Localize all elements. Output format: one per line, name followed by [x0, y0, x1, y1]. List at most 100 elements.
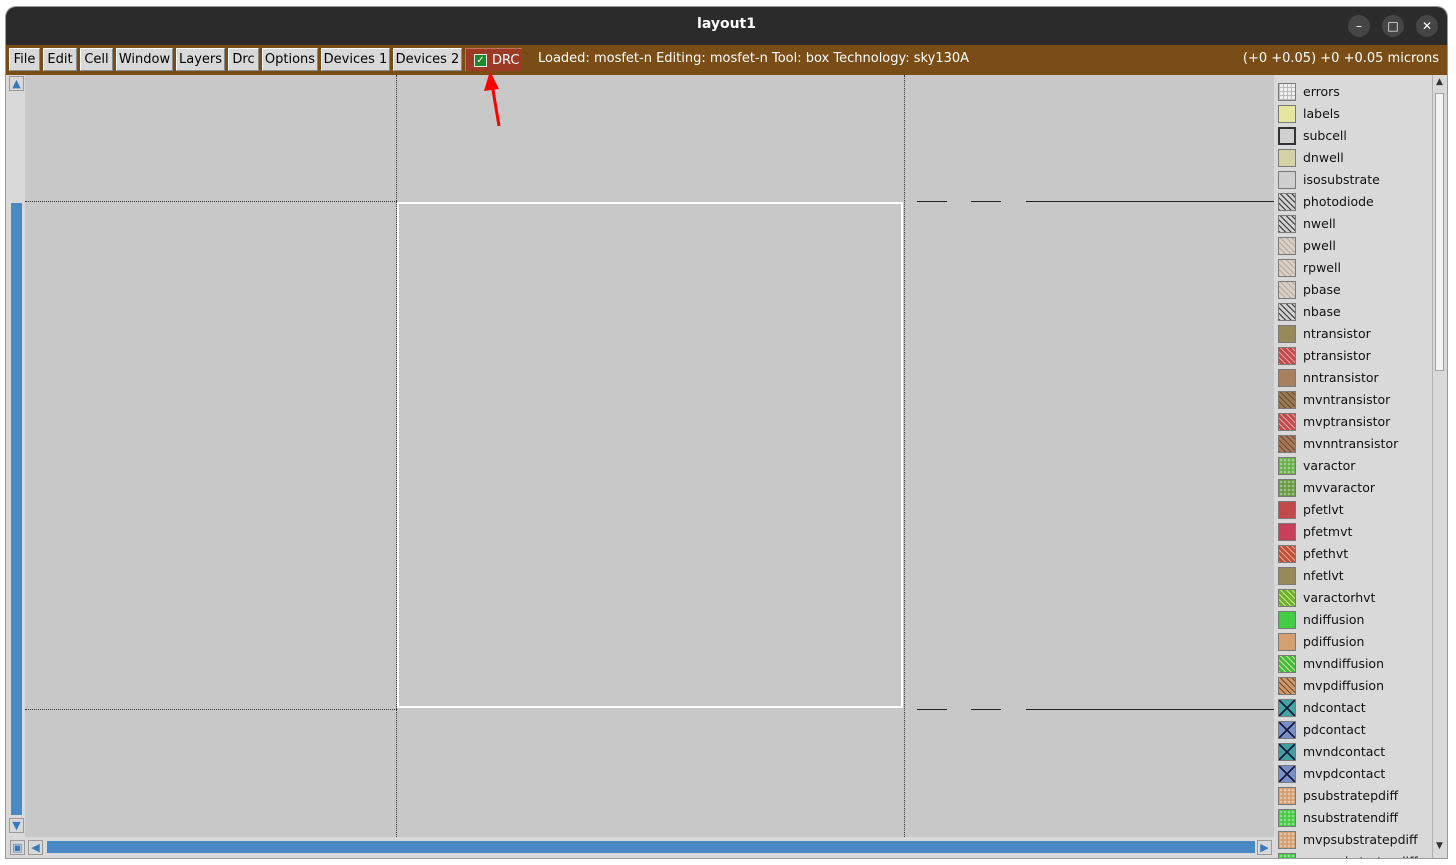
layer-palette-scroll-thumb[interactable]	[1435, 93, 1444, 371]
menu-window[interactable]: Window	[116, 48, 173, 71]
layer-item-photodiode[interactable]: photodiode	[1277, 191, 1432, 213]
layer-swatch-icon[interactable]	[1278, 809, 1296, 827]
scroll-down-icon[interactable]: ▼	[9, 818, 24, 833]
close-button[interactable]: ✕	[1416, 15, 1438, 37]
layer-palette-scrollbar[interactable]: ▲ ▼	[1432, 75, 1447, 858]
layer-item-ntransistor[interactable]: ntransistor	[1277, 323, 1432, 345]
layer-swatch-icon[interactable]	[1278, 369, 1296, 387]
layer-item-mvpdcontact[interactable]: mvpdcontact	[1277, 763, 1432, 785]
layer-item-mvvaractor[interactable]: mvvaractor	[1277, 477, 1432, 499]
layer-item-mvnntransistor[interactable]: mvnntransistor	[1277, 433, 1432, 455]
scroll-up-icon[interactable]: ▲	[1433, 76, 1446, 89]
layer-swatch-icon[interactable]	[1278, 655, 1296, 673]
layer-item-nbase[interactable]: nbase	[1277, 301, 1432, 323]
layer-item-mvndiffusion[interactable]: mvndiffusion	[1277, 653, 1432, 675]
layer-swatch-icon[interactable]	[1278, 435, 1296, 453]
layer-item-dnwell[interactable]: dnwell	[1277, 147, 1432, 169]
layer-swatch-icon[interactable]	[1278, 589, 1296, 607]
layer-swatch-icon[interactable]	[1278, 677, 1296, 695]
layer-swatch-icon[interactable]	[1278, 105, 1296, 123]
layer-item-mvndcontact[interactable]: mvndcontact	[1277, 741, 1432, 763]
layer-item-pdcontact[interactable]: pdcontact	[1277, 719, 1432, 741]
layer-swatch-icon[interactable]	[1278, 479, 1296, 497]
scroll-left-icon[interactable]: ◀	[28, 840, 43, 855]
layer-swatch-icon[interactable]	[1278, 127, 1296, 145]
layer-item-ndcontact[interactable]: ndcontact	[1277, 697, 1432, 719]
layer-swatch-icon[interactable]	[1278, 193, 1296, 211]
layer-item-mvpdiffusion[interactable]: mvpdiffusion	[1277, 675, 1432, 697]
layer-swatch-icon[interactable]	[1278, 215, 1296, 233]
scroll-up-icon[interactable]: ▲	[9, 76, 24, 91]
layer-swatch-icon[interactable]	[1278, 501, 1296, 519]
layer-swatch-icon[interactable]	[1278, 787, 1296, 805]
layer-swatch-icon[interactable]	[1278, 347, 1296, 365]
layer-item-isosubstrate[interactable]: isosubstrate	[1277, 169, 1432, 191]
layer-swatch-icon[interactable]	[1278, 765, 1296, 783]
layer-item-ndiffusion[interactable]: ndiffusion	[1277, 609, 1432, 631]
layer-item-pwell[interactable]: pwell	[1277, 235, 1432, 257]
scroll-down-icon[interactable]: ▼	[1433, 840, 1446, 853]
layer-item-mvntransistor[interactable]: mvntransistor	[1277, 389, 1432, 411]
layer-item-nntransistor[interactable]: nntransistor	[1277, 367, 1432, 389]
layer-item-psubstratepdiff[interactable]: psubstratepdiff	[1277, 785, 1432, 807]
layer-swatch-icon[interactable]	[1278, 831, 1296, 849]
layer-swatch-icon[interactable]	[1278, 523, 1296, 541]
scroll-right-icon[interactable]: ▶	[1257, 840, 1272, 855]
menu-layers[interactable]: Layers	[176, 48, 225, 71]
layer-swatch-icon[interactable]	[1278, 237, 1296, 255]
layer-item-nfetlvt[interactable]: nfetlvt	[1277, 565, 1432, 587]
layer-swatch-icon[interactable]	[1278, 391, 1296, 409]
menu-file[interactable]: File	[9, 48, 40, 71]
layer-item-pbase[interactable]: pbase	[1277, 279, 1432, 301]
layer-item-pfethvt[interactable]: pfethvt	[1277, 543, 1432, 565]
layer-item-mvnsubstratendiff[interactable]: mvnsubstratendiff	[1277, 851, 1432, 858]
minimize-button[interactable]: –	[1348, 15, 1370, 37]
menu-devices-2[interactable]: Devices 2	[393, 48, 462, 71]
selection-box[interactable]	[397, 202, 903, 708]
layer-item-nsubstratendiff[interactable]: nsubstratendiff	[1277, 807, 1432, 829]
layer-swatch-icon[interactable]	[1278, 699, 1296, 717]
menu-edit[interactable]: Edit	[43, 48, 77, 71]
layer-swatch-icon[interactable]	[1278, 83, 1296, 101]
horizontal-scrollbar[interactable]: ▣ ◀ ▶	[6, 837, 1274, 858]
layer-item-subcell[interactable]: subcell	[1277, 125, 1432, 147]
vertical-scroll-trough[interactable]	[11, 203, 22, 815]
layer-item-ptransistor[interactable]: ptransistor	[1277, 345, 1432, 367]
layer-item-pfetlvt[interactable]: pfetlvt	[1277, 499, 1432, 521]
layout-canvas[interactable]	[25, 75, 1274, 837]
layer-item-rpwell[interactable]: rpwell	[1277, 257, 1432, 279]
layer-item-varactor[interactable]: varactor	[1277, 455, 1432, 477]
maximize-button[interactable]: □	[1382, 15, 1404, 37]
drc-toggle[interactable]: ✓ DRC	[465, 48, 522, 71]
checkbox-checked-icon[interactable]: ✓	[474, 54, 487, 67]
menu-devices-1[interactable]: Devices 1	[321, 48, 390, 71]
layer-swatch-icon[interactable]	[1278, 413, 1296, 431]
layer-item-varactorhvt[interactable]: varactorhvt	[1277, 587, 1432, 609]
layer-swatch-icon[interactable]	[1278, 281, 1296, 299]
menu-drc[interactable]: Drc	[228, 48, 259, 71]
horizontal-scroll-trough[interactable]	[47, 841, 1255, 853]
layer-swatch-icon[interactable]	[1278, 567, 1296, 585]
menu-cell[interactable]: Cell	[80, 48, 113, 71]
layer-swatch-icon[interactable]	[1278, 171, 1296, 189]
layer-item-pdiffusion[interactable]: pdiffusion	[1277, 631, 1432, 653]
layer-swatch-icon[interactable]	[1278, 611, 1296, 629]
layer-item-pfetmvt[interactable]: pfetmvt	[1277, 521, 1432, 543]
layer-swatch-icon[interactable]	[1278, 457, 1296, 475]
layer-item-errors[interactable]: errors	[1277, 81, 1432, 103]
layer-swatch-icon[interactable]	[1278, 721, 1296, 739]
layer-item-mvptransistor[interactable]: mvptransistor	[1277, 411, 1432, 433]
layer-item-labels[interactable]: labels	[1277, 103, 1432, 125]
zoom-box-icon[interactable]: ▣	[10, 840, 25, 855]
layer-swatch-icon[interactable]	[1278, 303, 1296, 321]
layer-swatch-icon[interactable]	[1278, 149, 1296, 167]
layer-swatch-icon[interactable]	[1278, 545, 1296, 563]
vertical-scrollbar[interactable]: ▲ ▼	[8, 75, 25, 837]
layer-swatch-icon[interactable]	[1278, 743, 1296, 761]
layer-swatch-icon[interactable]	[1278, 633, 1296, 651]
layer-swatch-icon[interactable]	[1278, 325, 1296, 343]
layer-item-mvpsubstratepdiff[interactable]: mvpsubstratepdiff	[1277, 829, 1432, 851]
layer-swatch-icon[interactable]	[1278, 259, 1296, 277]
menu-options[interactable]: Options	[262, 48, 318, 71]
layer-item-nwell[interactable]: nwell	[1277, 213, 1432, 235]
